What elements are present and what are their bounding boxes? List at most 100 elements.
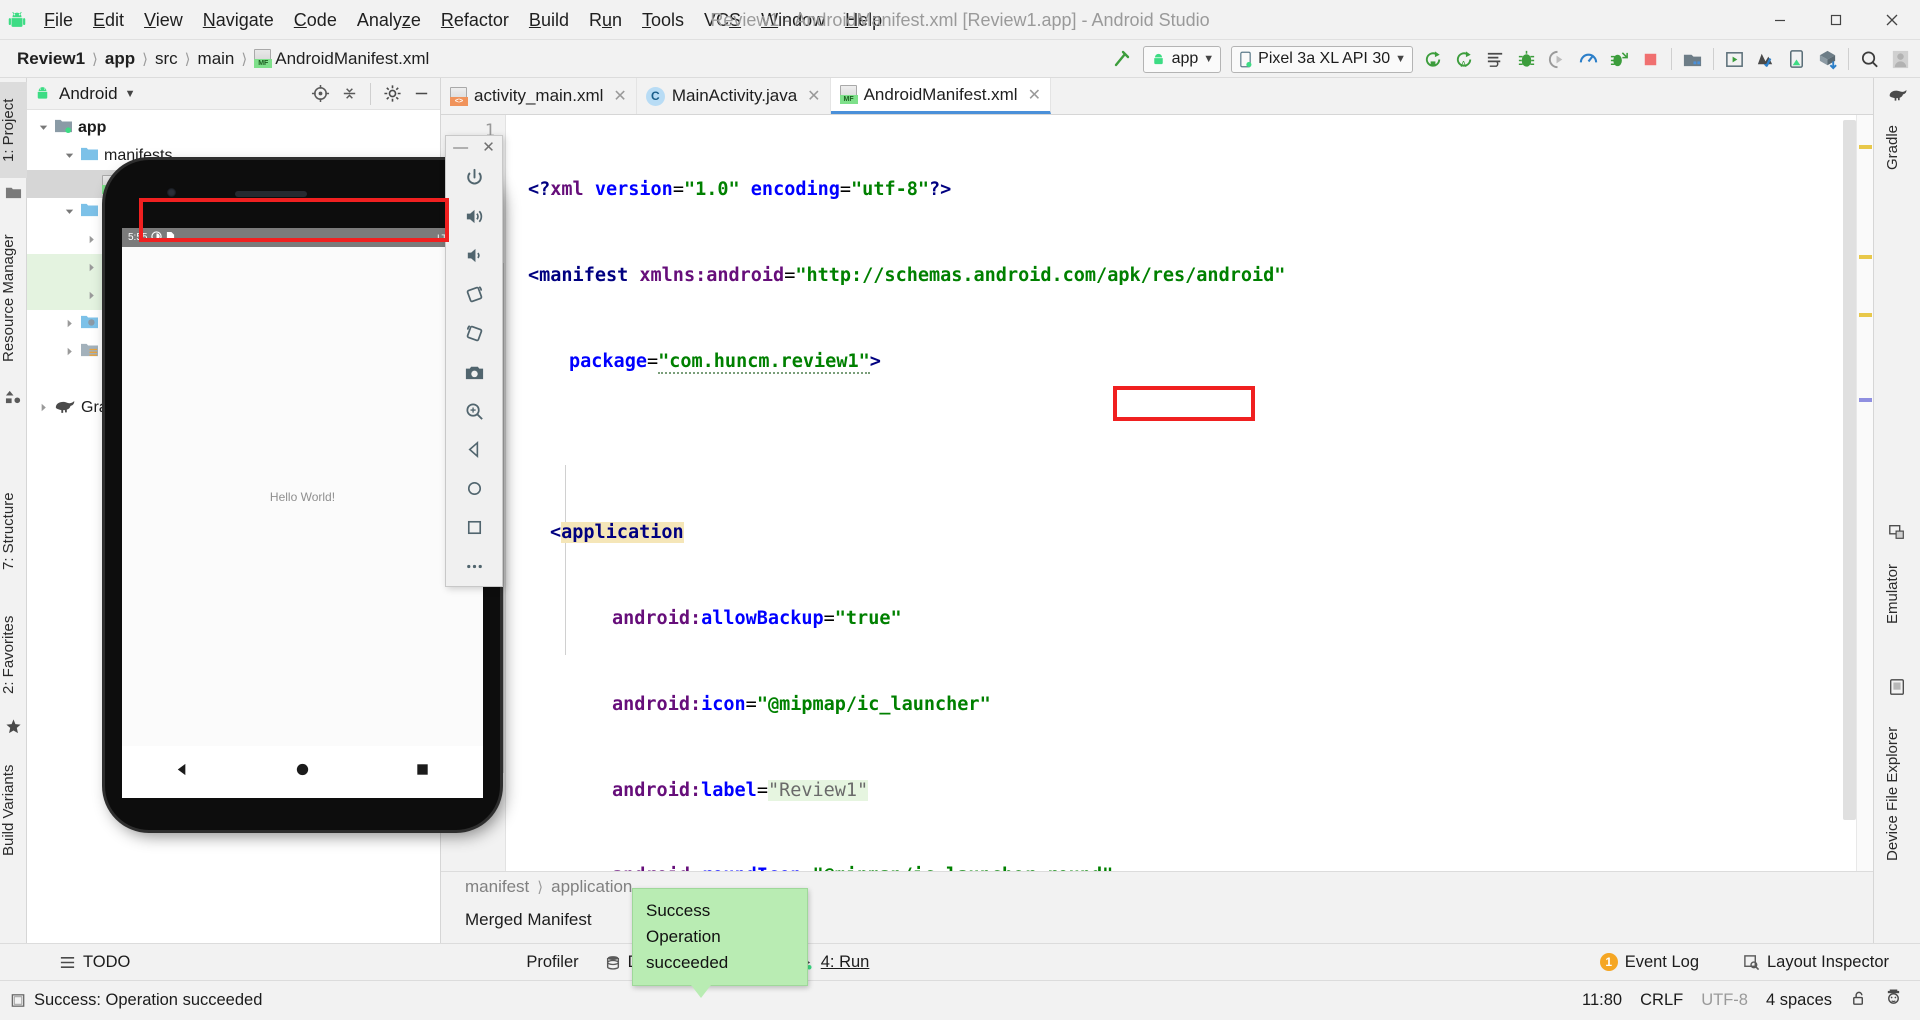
code-editor[interactable]: 1 <?xml version="1.0" encoding="utf-8"?>… [441,115,1873,871]
back-nav-icon[interactable] [445,430,503,469]
close-button[interactable] [1864,0,1920,40]
emulator-close-button[interactable]: ✕ [482,138,495,156]
warning-marker[interactable] [1859,145,1872,149]
apply-code-changes-icon[interactable] [1604,42,1635,76]
sidebar-item-emulator[interactable]: Emulator [1884,544,1911,644]
menu-view[interactable]: View [134,0,193,40]
chevron-expanded-icon[interactable] [37,121,52,136]
breadcrumb-manifest-file[interactable]: AndroidManifest.xml [249,48,434,69]
menu-edit[interactable]: Edit [83,0,134,40]
menu-build[interactable]: Build [519,0,579,40]
file-encoding[interactable]: UTF-8 [1701,991,1748,1010]
indent-setting[interactable]: 4 spaces [1766,991,1832,1010]
overview-nav-icon[interactable] [445,508,503,547]
breadcrumb-app[interactable]: app [100,49,140,69]
tree-node-app[interactable]: app [27,114,440,142]
sidebar-item-project[interactable]: 1: Project [0,82,27,178]
screenshot-camera-icon[interactable] [445,353,503,392]
power-icon[interactable] [445,158,503,197]
menu-run[interactable]: Run [579,0,632,40]
menu-window[interactable]: Window [751,0,835,40]
rotate-left-icon[interactable] [445,275,503,314]
unlocked-icon[interactable] [1850,990,1867,1012]
menu-analyze[interactable]: Analyze [347,0,431,40]
home-circle-icon[interactable] [294,761,311,783]
project-view-name[interactable]: Android [59,84,118,104]
chevron-down-icon[interactable]: ▼ [125,88,136,100]
status-message-area[interactable]: Success: Operation succeeded [0,982,275,1019]
menu-file[interactable]: File [34,0,83,40]
chevron-collapsed-icon[interactable] [85,289,100,304]
close-icon[interactable]: ✕ [613,86,626,106]
menu-refactor[interactable]: Refactor [431,0,519,40]
editor-marker-bar[interactable] [1856,115,1873,871]
rerun-icon[interactable]: A [1449,42,1480,76]
menu-help[interactable]: Help [835,0,892,40]
locate-icon[interactable] [307,81,333,107]
home-nav-icon[interactable] [445,469,503,508]
bottom-tab-layout-inspector[interactable]: Layout Inspector [1730,944,1902,981]
bottom-tab-todo[interactable]: TODO [46,944,143,981]
line-separator[interactable]: CRLF [1640,991,1683,1010]
tab-mainactivity-java[interactable]: C MainActivity.java ✕ [637,78,831,114]
run-icon[interactable] [1418,42,1449,76]
breadcrumb-application[interactable]: application [551,877,632,897]
gradle-sync-icon[interactable] [1812,42,1843,76]
code-content[interactable]: <?xml version="1.0" encoding="utf-8"?> <… [506,115,1873,871]
chevron-collapsed-icon[interactable] [37,401,52,416]
breadcrumb-manifest[interactable]: manifest [465,877,529,897]
chevron-collapsed-icon[interactable] [85,233,100,248]
rotate-right-icon[interactable] [445,314,503,353]
back-triangle-icon[interactable] [174,761,191,783]
hector-inspection-icon[interactable] [1885,989,1902,1012]
chevron-expanded-icon[interactable] [63,205,78,220]
breadcrumb-src[interactable]: src [150,49,183,69]
account-icon[interactable] [1885,42,1916,76]
run-configuration-selector[interactable]: app ▼ [1142,45,1222,73]
breadcrumb-main[interactable]: main [193,49,240,69]
tab-androidmanifest-xml[interactable]: AndroidManifest.xml ✕ [830,78,1051,114]
minimize-button[interactable] [1752,0,1808,40]
chevron-expanded-icon[interactable] [63,149,78,164]
maximize-button[interactable] [1808,0,1864,40]
debug-icon[interactable] [1511,42,1542,76]
emulator-window[interactable]: 5:55 LTE [105,135,503,830]
sidebar-item-gradle[interactable]: Gradle [1884,106,1911,188]
menu-vcs[interactable]: VCS [694,0,751,40]
sidebar-item-structure[interactable]: 7: Structure [0,476,27,586]
warning-marker[interactable] [1859,255,1872,259]
avd-manager-icon[interactable] [1677,42,1708,76]
apply-changes-icon[interactable] [1480,42,1511,76]
emulator-minimize-button[interactable]: — [453,139,468,156]
recents-square-icon[interactable] [414,761,431,783]
collapse-all-icon[interactable] [336,81,362,107]
tab-activity-main-xml[interactable]: activity_main.xml ✕ [441,78,637,114]
chevron-collapsed-icon[interactable] [63,345,78,360]
breadcrumb-project[interactable]: Review1 [12,49,90,69]
occurrence-marker[interactable] [1859,398,1872,402]
emulator-screen[interactable]: 5:55 LTE [122,228,483,746]
editor-scrollbar-thumb[interactable] [1843,120,1856,820]
sidebar-item-build-variants[interactable]: Build Variants [0,750,27,870]
menu-navigate[interactable]: Navigate [193,0,284,40]
device-selector[interactable]: Pixel 3a XL API 30 ▼ [1231,45,1413,73]
sidebar-item-resource-manager[interactable]: Resource Manager [0,214,27,382]
hide-panel-icon[interactable] [408,81,434,107]
stop-icon[interactable] [1635,42,1666,76]
chevron-collapsed-icon[interactable] [85,261,100,276]
volume-down-icon[interactable] [445,236,503,275]
bottom-tab-event-log[interactable]: 1 Event Log [1587,944,1712,981]
profiler-icon[interactable] [1573,42,1604,76]
sidebar-item-favorites[interactable]: 2: Favorites [0,596,27,714]
sdk-manager-icon[interactable] [1719,42,1750,76]
device-manager-icon[interactable] [1781,42,1812,76]
menu-code[interactable]: Code [284,0,347,40]
settings-gear-icon[interactable] [379,81,405,107]
close-icon[interactable]: ✕ [807,86,820,106]
extended-controls-icon[interactable] [445,547,503,586]
volume-up-icon[interactable] [445,197,503,236]
menu-tools[interactable]: Tools [632,0,694,40]
android-navigation-bar[interactable] [122,746,483,798]
build-hammer-icon[interactable] [1107,42,1138,76]
close-icon[interactable]: ✕ [1028,85,1041,105]
